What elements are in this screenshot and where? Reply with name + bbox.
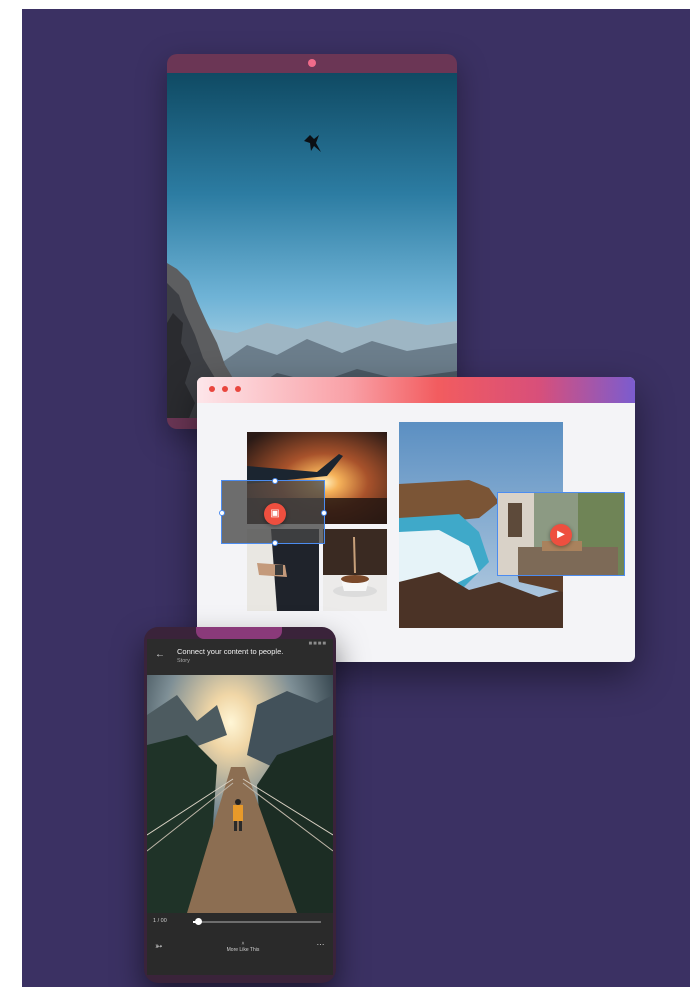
story-title: Connect your content to people. [177,647,284,656]
more-like-this-label: More Like This [226,947,260,953]
media-controls: 1 / 00 ➳ ˄ More Like This ⋯ [147,913,333,975]
phone-device: ■■■■ ← Connect your content to people. S… [144,627,336,983]
story-subtitle: Story [177,658,190,664]
phone-notch [196,627,282,639]
resize-handle-bottom[interactable] [272,540,278,546]
crop-icon[interactable]: ▣ [264,503,286,525]
tablet-screen-image [167,73,457,418]
progress-slider[interactable] [193,918,321,925]
selected-image-frame[interactable]: ▣ [219,478,327,546]
resize-handle-right[interactable] [321,510,327,516]
playback-time: 1 / 00 [153,918,167,924]
canvas-background: ▶ ▣ ■■■■ ← Connect your content to peopl… [22,9,690,987]
share-icon[interactable]: ➳ [155,941,163,952]
status-indicators: ■■■■ [308,641,327,647]
resize-handle-left[interactable] [219,510,225,516]
minimize-window-button[interactable] [222,386,228,392]
browser-window: ▶ ▣ [197,377,635,662]
play-icon[interactable]: ▶ [550,524,572,546]
browser-title-bar [197,377,635,403]
more-horizontal-icon[interactable]: ⋯ [317,940,326,949]
tablet-device [167,54,457,429]
arrow-left-icon[interactable]: ← [155,649,165,660]
photo-living-room-video[interactable]: ▶ [497,492,625,576]
story-media-image[interactable] [147,675,333,913]
maximize-window-button[interactable] [235,386,241,392]
progress-knob[interactable] [194,918,202,925]
more-like-this-button[interactable]: ˄ More Like This [223,941,263,953]
resize-handle-top[interactable] [272,478,278,484]
photo-coffee-cup[interactable] [323,529,387,611]
close-window-button[interactable] [209,386,215,392]
phone-header: ■■■■ ← Connect your content to people. S… [147,639,333,675]
tablet-camera [308,59,316,67]
